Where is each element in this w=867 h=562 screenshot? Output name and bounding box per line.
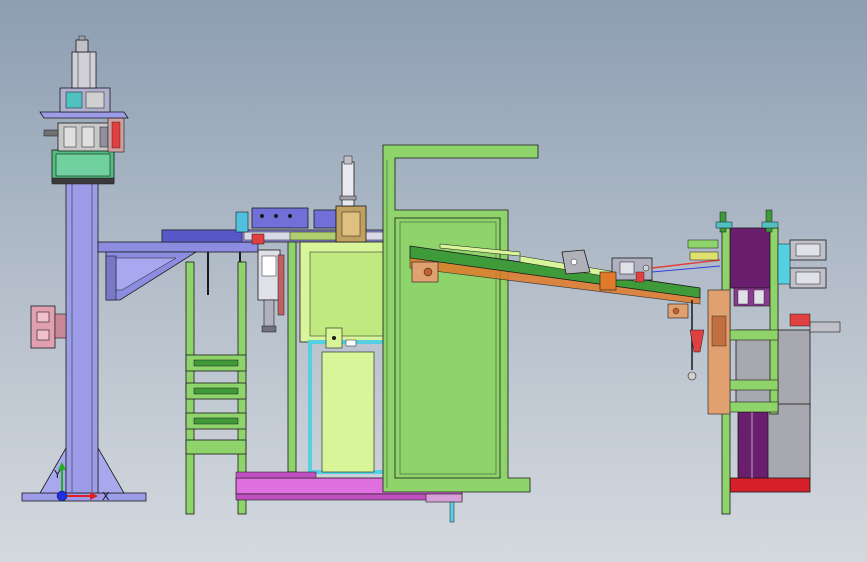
column-gusset-right [97, 446, 125, 494]
hanging-cylinder[interactable] [257, 249, 285, 333]
x-axis-label: X [102, 490, 110, 503]
right-tower[interactable] [667, 209, 841, 515]
assembly-drawing: X Y [21, 35, 841, 523]
arm-beam [97, 241, 259, 253]
z-axis-dot [56, 490, 68, 502]
main-green-frame[interactable] [382, 144, 539, 493]
column-top-plate [39, 111, 129, 119]
y-axis-label: Y [53, 468, 61, 481]
table-platform[interactable] [161, 207, 415, 245]
cabinet-leg-left [287, 241, 297, 473]
tower-red-base [729, 477, 811, 493]
tower-purple-body [729, 227, 771, 289]
cantilever-arm[interactable] [97, 241, 259, 301]
column-post [65, 179, 99, 494]
cad-viewport[interactable]: X Y [0, 0, 867, 562]
